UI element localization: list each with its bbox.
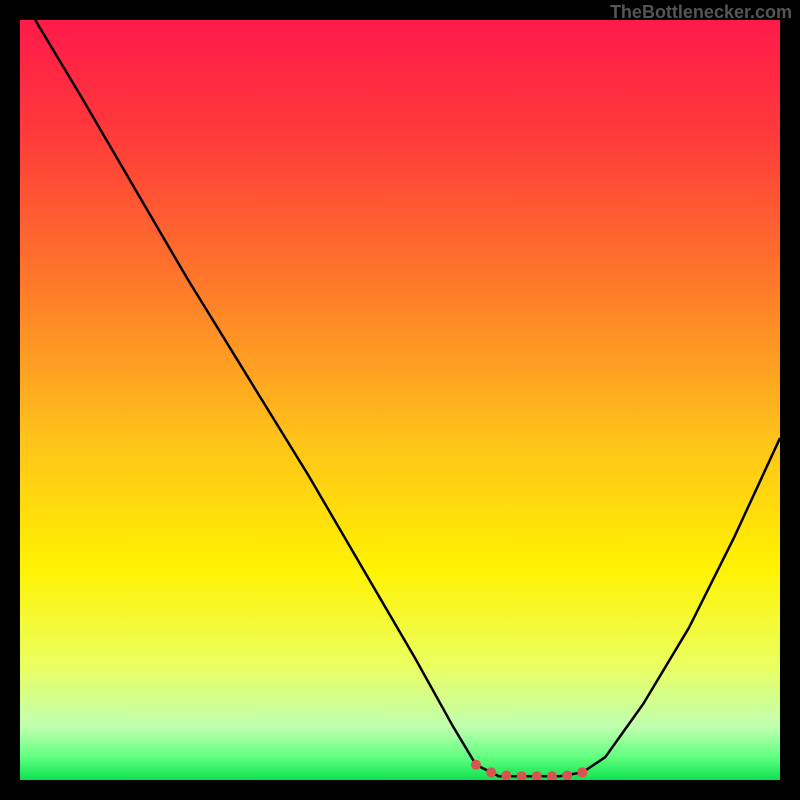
chart-curve-layer <box>20 20 780 780</box>
chart-plot-area <box>20 20 780 780</box>
watermark-text: TheBottlenecker.com <box>610 2 792 23</box>
bottleneck-curve <box>35 20 780 776</box>
